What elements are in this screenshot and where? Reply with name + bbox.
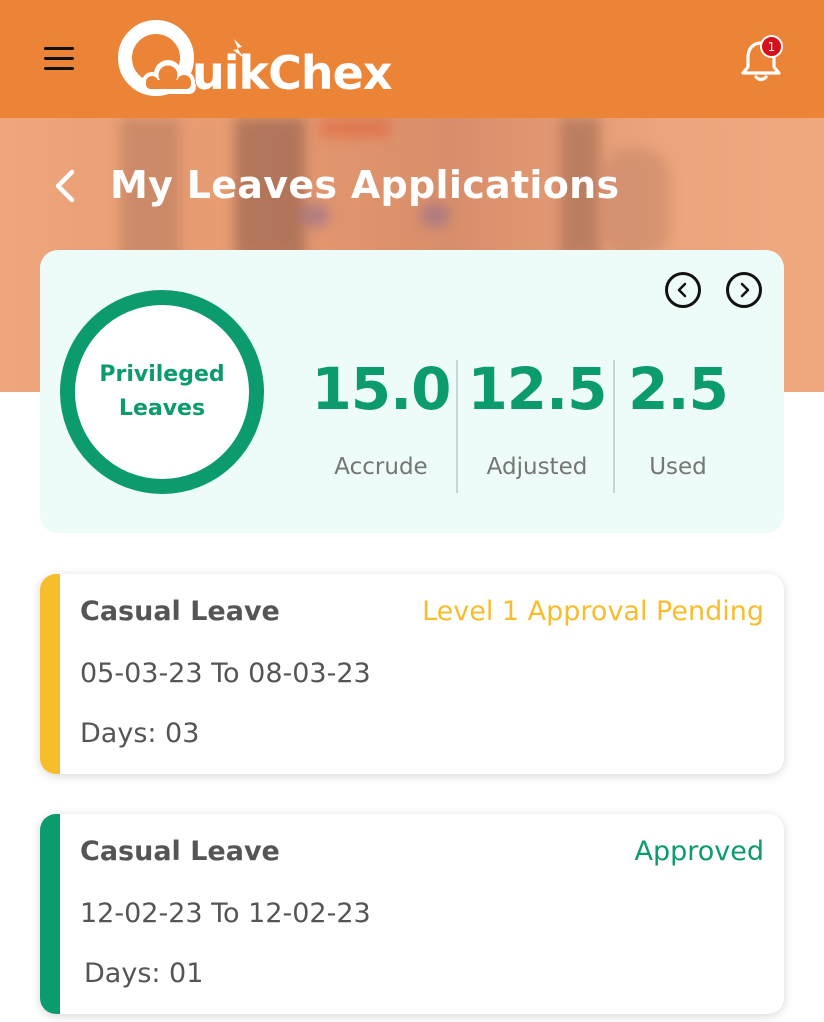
stat-divider [613,360,615,493]
leave-application-card[interactable]: Casual Leave Level 1 Approval Pending 05… [40,574,784,774]
app-logo: uikChex [116,18,416,100]
stat-divider [456,360,458,493]
hamburger-menu-icon[interactable] [44,47,74,71]
stat-accrued: 15.0 Accrude [308,360,454,480]
chevron-left-icon[interactable] [50,168,80,204]
leave-dates: 05-03-23 To 08-03-23 [80,658,371,689]
leave-type-label: Privileged Leaves [99,362,225,421]
status-badge: Approved [634,836,764,867]
status-stripe [40,814,60,1014]
stat-label: Accrude [334,454,428,480]
stat-value: 15.0 [311,355,451,423]
app-name: uikChex [192,46,392,100]
stat-used: 2.5 Used [622,360,734,480]
stat-value: 2.5 [628,355,729,423]
leave-days: Days: 03 [80,718,200,749]
leave-type: Casual Leave [80,836,280,867]
leave-application-card[interactable]: Casual Leave Approved 12-02-23 To 12-02-… [40,814,784,1014]
page-title: My Leaves Applications [110,163,620,207]
notification-badge: 1 [760,35,783,58]
leave-type: Casual Leave [80,596,280,627]
circle-chevron-right-icon[interactable] [726,272,762,308]
stat-label: Adjusted [486,454,588,480]
status-badge: Level 1 Approval Pending [422,596,764,627]
stat-adjusted: 12.5 Adjusted [464,360,610,480]
leave-dates: 12-02-23 To 12-02-23 [80,898,371,929]
stat-value: 12.5 [467,355,607,423]
status-stripe [40,574,60,774]
stat-label: Used [649,454,707,480]
leave-type-ring: Privileged Leaves [60,290,264,494]
leave-balance-card: Privileged Leaves 15.0 Accrude 12.5 Adju… [40,250,784,533]
leave-days: Days: 01 [84,958,204,989]
circle-chevron-left-icon[interactable] [665,272,701,308]
app-header: uikChex [0,0,824,118]
